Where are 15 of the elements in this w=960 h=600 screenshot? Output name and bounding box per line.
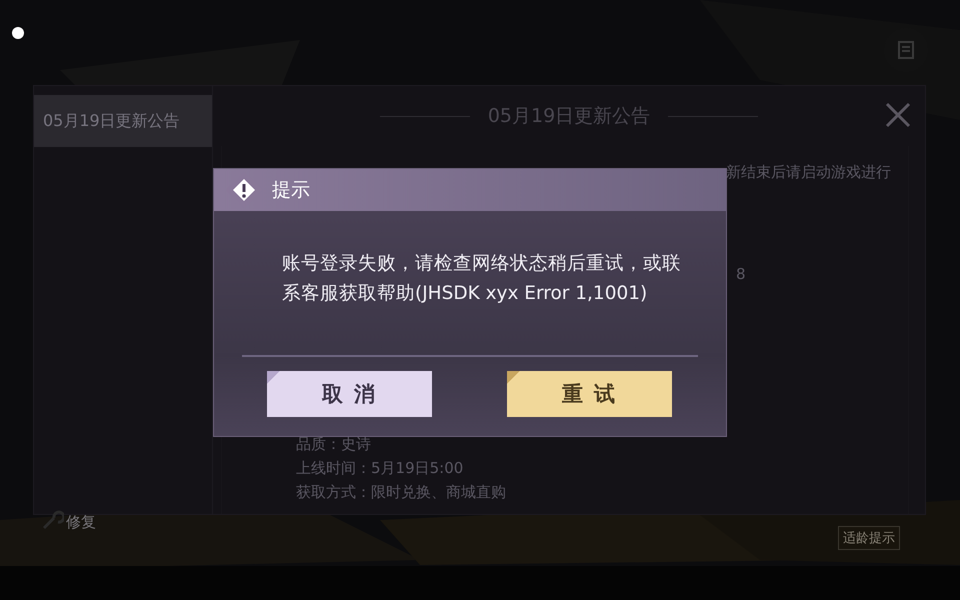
announcement-tab[interactable]: 05月19日更新公告 bbox=[34, 95, 212, 147]
close-icon[interactable] bbox=[885, 102, 911, 128]
panel-title: 05月19日更新公告 bbox=[488, 104, 650, 129]
announcement-text: 上线时间：5月19日5:00 bbox=[296, 458, 464, 479]
age-rating-badge[interactable]: 适龄提示 bbox=[838, 526, 900, 550]
dialog-title: 提示 bbox=[272, 178, 310, 203]
announcement-text: 新结束后请启动游戏进行 bbox=[726, 162, 892, 183]
dialog-message: 账号登录失败，请检查网络状态稍后重试，或联系客服获取帮助(JHSDK xyx Error 1,1001) bbox=[282, 252, 682, 306]
retry-button[interactable]: 重 试 bbox=[507, 371, 672, 417]
announcement-text: 获取方式：限时兑换、商城直购 bbox=[296, 482, 507, 503]
wrench-icon[interactable] bbox=[40, 508, 64, 532]
announcement-text: 品质：史诗 bbox=[296, 434, 372, 455]
announcement-text: 8 bbox=[736, 264, 747, 285]
cancel-button[interactable]: 取 消 bbox=[267, 371, 432, 417]
repair-label[interactable]: 修复 bbox=[66, 513, 96, 532]
